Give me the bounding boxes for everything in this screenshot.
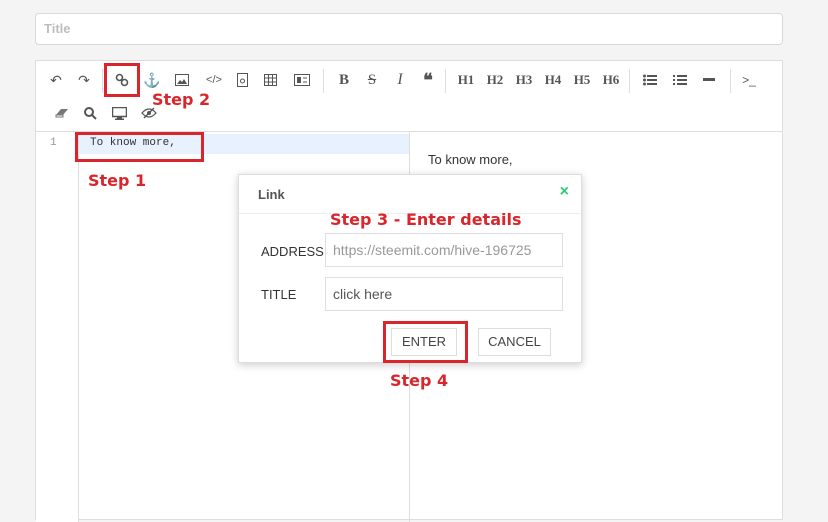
step2-label: Step 2 — [152, 90, 211, 109]
undo-icon[interactable]: ↶ — [44, 68, 68, 92]
dialog-title: Link — [258, 187, 285, 202]
title-label: TITLE — [261, 287, 297, 302]
terminal-icon[interactable]: >_ — [737, 68, 761, 92]
line-number-gutter — [36, 132, 79, 522]
step1-highlight-box — [75, 132, 204, 162]
horizontal-rule-icon[interactable] — [697, 68, 721, 92]
dialog-header: Link × — [239, 175, 581, 214]
step3-label: Step 3 - Enter details — [330, 210, 522, 229]
close-icon[interactable]: × — [560, 183, 569, 201]
quote-icon[interactable]: ❝ — [416, 68, 440, 92]
address-label: ADDRESS — [261, 244, 324, 259]
step2-highlight-box — [104, 63, 140, 97]
bold-icon[interactable]: B — [332, 68, 356, 92]
address-input[interactable]: https://steemit.com/hive-196725 — [325, 233, 563, 267]
eraser-icon[interactable] — [50, 101, 74, 125]
html-block-icon[interactable] — [290, 68, 314, 92]
h3-button[interactable]: H3 — [510, 68, 538, 92]
step4-highlight-box — [383, 321, 468, 363]
h4-button[interactable]: H4 — [539, 68, 567, 92]
cancel-button[interactable]: CANCEL — [478, 328, 551, 356]
line-number: 1 — [50, 137, 57, 149]
fullscreen-preview-icon[interactable] — [107, 101, 131, 125]
ordered-list-icon[interactable] — [668, 68, 692, 92]
h1-button[interactable]: H1 — [452, 68, 480, 92]
h6-button[interactable]: H6 — [597, 68, 625, 92]
search-icon[interactable] — [78, 101, 102, 125]
unordered-list-icon[interactable] — [638, 68, 662, 92]
h5-button[interactable]: H5 — [568, 68, 596, 92]
step1-label: Step 1 — [88, 171, 147, 190]
anchor-icon[interactable]: ⚓ — [140, 68, 164, 92]
image-icon[interactable] — [170, 68, 194, 92]
redo-icon[interactable]: ↷ — [72, 68, 96, 92]
italic-icon[interactable]: I — [388, 68, 412, 92]
h2-button[interactable]: H2 — [481, 68, 509, 92]
code-inline-icon[interactable]: </> — [202, 68, 226, 92]
title-input[interactable]: click here — [325, 277, 563, 311]
editor-toolbar: ↶ ↷ ⚓ </> B S I ❝ H1 H2 H3 H4 H5 H6 >_ — [36, 61, 782, 132]
post-title-input[interactable]: Title — [35, 13, 783, 45]
preview-text: To know more, — [428, 152, 513, 167]
strikethrough-icon[interactable]: S — [360, 68, 384, 92]
table-icon[interactable] — [258, 68, 282, 92]
code-block-icon[interactable] — [230, 68, 254, 92]
step4-label: Step 4 — [390, 371, 449, 390]
